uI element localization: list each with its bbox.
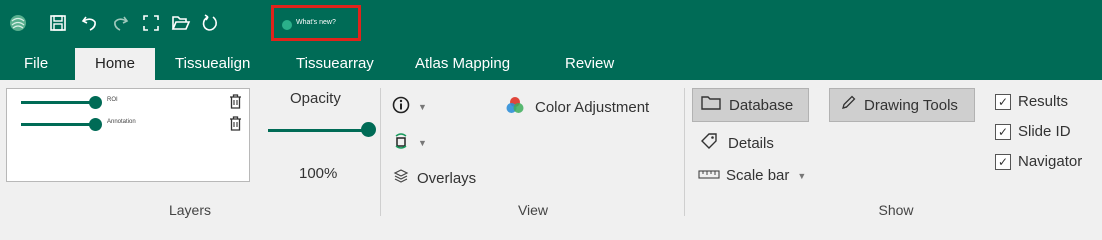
redo-icon[interactable] bbox=[106, 9, 134, 37]
drawing-tools-button[interactable]: Drawing Tools bbox=[829, 88, 975, 122]
opacity-value: 100% bbox=[299, 165, 338, 182]
chevron-down-icon: ▼ bbox=[418, 102, 427, 112]
group-divider bbox=[684, 88, 685, 216]
rotate-icon bbox=[392, 132, 410, 154]
ruler-icon bbox=[698, 167, 720, 184]
chevron-down-icon: ▼ bbox=[797, 170, 807, 181]
drawing-tools-label: Drawing Tools bbox=[864, 96, 958, 114]
fullscreen-icon[interactable] bbox=[137, 9, 165, 37]
tab-review[interactable]: Review bbox=[565, 48, 614, 80]
color-adjustment-button[interactable]: Color Adjustment bbox=[505, 96, 649, 118]
rotate-dropdown-button[interactable]: ▼ bbox=[392, 132, 427, 154]
info-icon bbox=[392, 96, 410, 118]
details-button[interactable]: Details bbox=[700, 132, 774, 154]
slide-id-checkbox[interactable]: ✓ Slide ID bbox=[995, 123, 1071, 140]
whats-new-button[interactable]: What's new? bbox=[271, 5, 361, 41]
group-divider bbox=[380, 88, 381, 216]
layer-opacity-track bbox=[21, 101, 97, 104]
title-bar: What's new? bbox=[0, 0, 1102, 48]
trash-icon[interactable] bbox=[229, 94, 242, 114]
color-adjustment-label: Color Adjustment bbox=[535, 98, 650, 116]
scale-bar-label: Scale bar bbox=[726, 167, 790, 184]
layers-list[interactable]: ROI Annotation bbox=[6, 88, 250, 182]
folder-icon bbox=[701, 95, 721, 115]
whats-new-dot-icon bbox=[282, 20, 292, 30]
whats-new-label: What's new? bbox=[296, 19, 336, 26]
details-label: Details bbox=[728, 134, 774, 152]
tab-home[interactable]: Home bbox=[75, 48, 155, 80]
results-checkbox-label: Results bbox=[1018, 93, 1069, 110]
group-label-layers: Layers bbox=[168, 202, 212, 218]
tag-icon bbox=[700, 132, 718, 154]
group-label-view: View bbox=[517, 202, 549, 218]
tab-atlas-mapping[interactable]: Atlas Mapping bbox=[415, 48, 510, 80]
layer-opacity-track bbox=[21, 123, 97, 126]
navigator-checkbox[interactable]: ✓ Navigator bbox=[995, 153, 1082, 170]
database-button[interactable]: Database bbox=[692, 88, 809, 122]
tab-file[interactable]: File bbox=[24, 48, 48, 80]
open-folder-icon[interactable] bbox=[167, 9, 195, 37]
tab-tissuealign[interactable]: Tissuealign bbox=[175, 48, 250, 80]
checkmark-icon: ✓ bbox=[995, 153, 1011, 170]
overlays-button[interactable]: Overlays bbox=[393, 168, 476, 188]
opacity-slider-handle[interactable] bbox=[361, 122, 376, 137]
database-label: Database bbox=[729, 96, 794, 114]
app-logo-icon bbox=[4, 9, 32, 37]
info-dropdown-button[interactable]: ▼ bbox=[392, 96, 427, 118]
layer-row[interactable]: ROI bbox=[13, 92, 245, 112]
save-icon[interactable] bbox=[44, 9, 72, 37]
layer-opacity-handle[interactable] bbox=[89, 96, 102, 109]
layer-opacity-handle[interactable] bbox=[89, 118, 102, 131]
pencil-icon bbox=[840, 95, 856, 115]
ribbon-tab-bar: File Home Tissuealign Tissuearray Atlas … bbox=[0, 48, 1102, 80]
group-label-show: Show bbox=[878, 202, 914, 218]
layer-name: Annotation bbox=[107, 119, 136, 125]
overlays-label: Overlays bbox=[417, 169, 477, 187]
results-checkbox[interactable]: ✓ Results bbox=[995, 93, 1068, 110]
layers-stack-icon bbox=[393, 168, 409, 188]
refresh-icon[interactable] bbox=[196, 9, 224, 37]
scale-bar-dropdown-button[interactable]: Scale bar ▼ bbox=[698, 167, 806, 184]
chevron-down-icon: ▼ bbox=[418, 138, 427, 148]
layer-row[interactable]: Annotation bbox=[13, 114, 245, 134]
checkmark-icon: ✓ bbox=[995, 123, 1011, 140]
opacity-slider-track[interactable] bbox=[268, 129, 368, 132]
tab-tissuearray[interactable]: Tissuearray bbox=[296, 48, 374, 80]
checkmark-icon: ✓ bbox=[995, 93, 1011, 110]
slide-id-checkbox-label: Slide ID bbox=[1018, 123, 1071, 140]
color-circles-icon bbox=[505, 96, 525, 118]
undo-icon[interactable] bbox=[76, 9, 104, 37]
trash-icon[interactable] bbox=[229, 116, 242, 136]
opacity-label: Opacity bbox=[290, 90, 341, 107]
layer-name: ROI bbox=[107, 97, 118, 103]
navigator-checkbox-label: Navigator bbox=[1018, 153, 1083, 170]
